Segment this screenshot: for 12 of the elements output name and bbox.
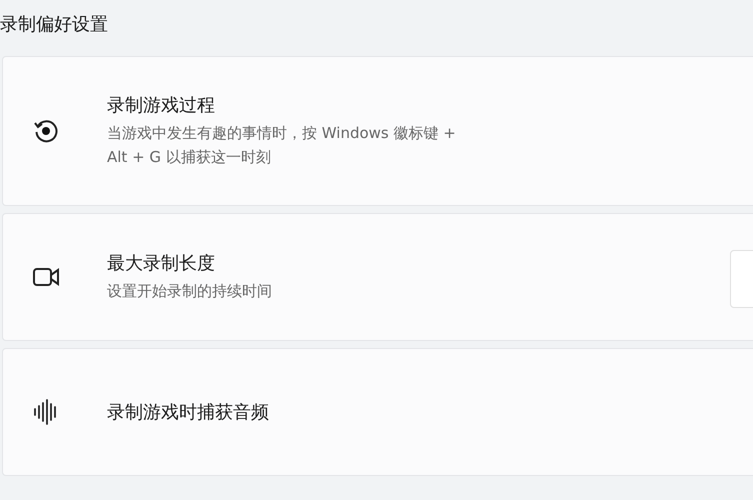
setting-title: 录制游戏时捕获音频 [107, 401, 269, 424]
video-camera-icon [33, 266, 59, 288]
setting-card[interactable]: 录制游戏时捕获音频 [2, 348, 753, 476]
setting-description: 当游戏中发生有趣的事情时，按 Windows 徽标键 + Alt + G 以捕获这一时刻 [107, 123, 457, 168]
record-icon [33, 118, 59, 144]
setting-title: 录制游戏过程 [107, 94, 216, 117]
setting-title: 最大录制长度 [107, 252, 216, 275]
setting-description: 设置开始录制的持续时间 [107, 281, 272, 302]
setting-card[interactable]: 录制游戏过程 当游戏中发生有趣的事情时，按 Windows 徽标键 + Alt + G 以捕获这一时刻 [2, 56, 753, 206]
section-title: 录制偏好设置 [0, 13, 109, 37]
audio-wave-icon [33, 399, 59, 425]
setting-card[interactable]: 最大录制长度 设置开始录制的持续时间 [2, 213, 753, 341]
